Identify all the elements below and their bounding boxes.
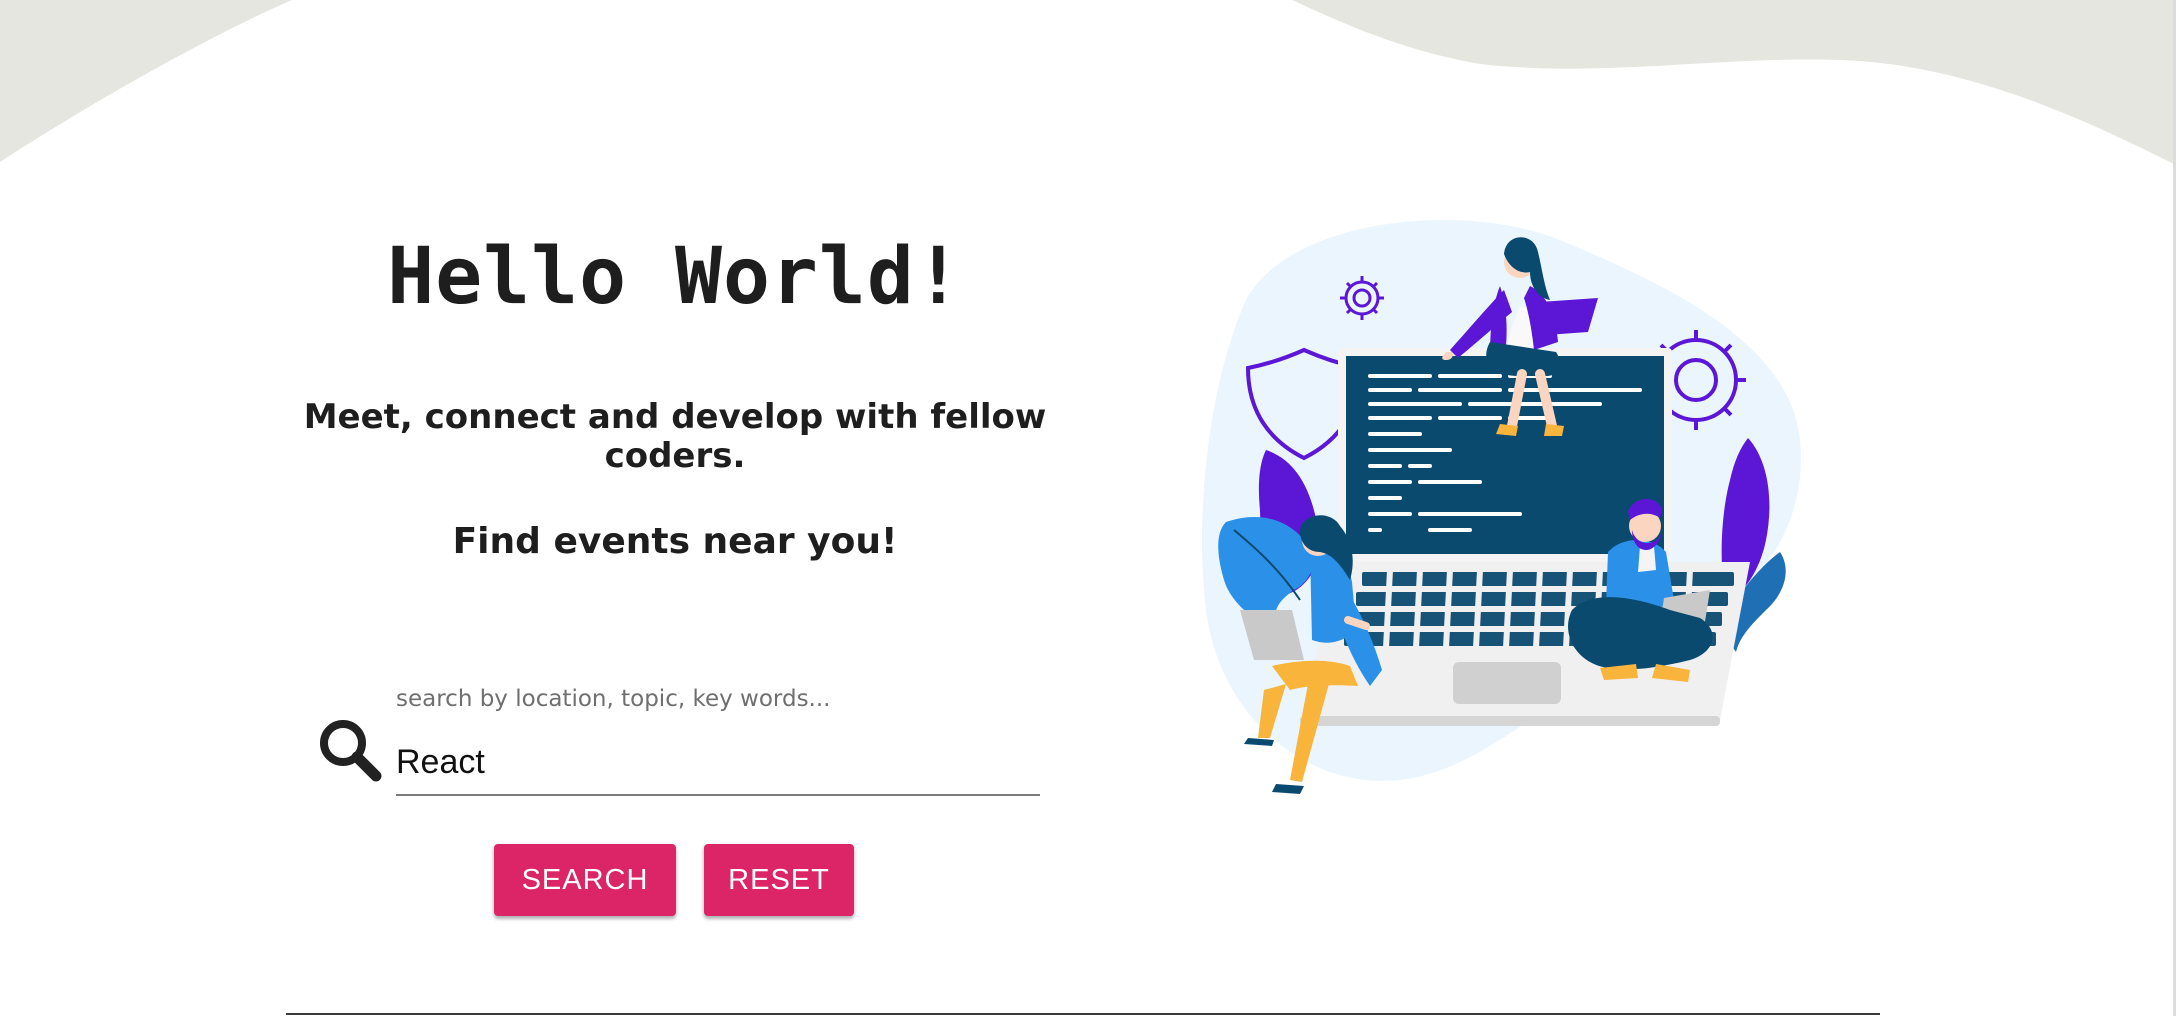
hero-heading: Hello World! xyxy=(387,232,963,322)
search-field-label: search by location, topic, key words... xyxy=(396,686,831,712)
search-icon xyxy=(318,718,384,784)
laptop-screen xyxy=(1346,356,1664,554)
hero-tagline: Meet, connect and develop with fellow co… xyxy=(303,397,1047,476)
reset-button[interactable]: RESET xyxy=(704,844,854,916)
search-input[interactable] xyxy=(396,730,1040,796)
hero-subtagline: Find events near you! xyxy=(452,521,898,562)
search-button[interactable]: SEARCH xyxy=(494,844,676,916)
background-wave xyxy=(0,0,2176,165)
hero-illustration xyxy=(1202,220,1801,794)
footer-divider xyxy=(286,1013,1880,1015)
